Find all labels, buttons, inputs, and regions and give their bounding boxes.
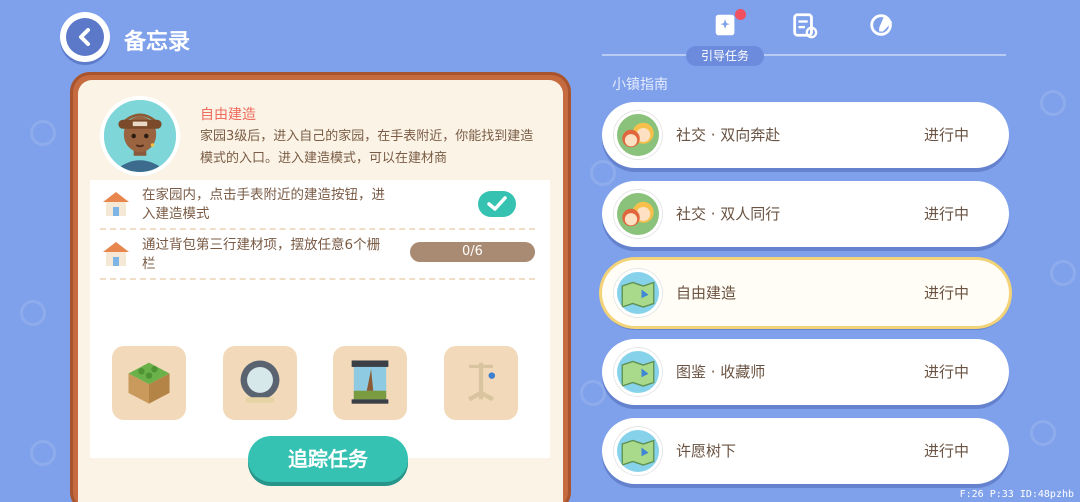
map-icon: [614, 348, 662, 396]
debug-info: F:26 P:33 ID:48pzhb: [959, 489, 1074, 500]
quest-item-selected[interactable]: 自由建造 进行中: [602, 260, 1009, 326]
notification-badge: [735, 9, 746, 20]
terrarium-icon: [343, 354, 397, 412]
map-icon: [614, 269, 662, 317]
reward-item[interactable]: [333, 346, 407, 420]
section-title: 小镇指南: [612, 77, 668, 93]
quest-name: 图鉴 · 收藏师: [676, 363, 766, 381]
guide-title: 自由建造: [200, 107, 256, 123]
task-list-icon: [790, 11, 818, 43]
back-button[interactable]: [60, 12, 110, 62]
house-icon: [100, 188, 132, 220]
task-text: 在家园内，点击手表附近的建造按钮，进入建造模式: [142, 187, 385, 222]
map-icon: [614, 427, 662, 475]
check-icon: [478, 191, 516, 217]
reward-item[interactable]: [112, 346, 186, 420]
friends-icon: [614, 190, 662, 238]
quest-name: 自由建造: [676, 284, 737, 302]
reward-item[interactable]: [223, 346, 297, 420]
quest-name: 社交 · 双向奔赴: [676, 126, 781, 144]
friends-icon: [614, 111, 662, 159]
task-text: 通过背包第三行建材项，摆放任意6个栅栏: [142, 237, 381, 272]
tab-guide-label: 引导任务: [686, 46, 764, 66]
tab-tasks[interactable]: [784, 10, 824, 44]
task-list: 在家园内，点击手表附近的建造按钮，进入建造模式 通过背包第三行建材项，摆放任意6…: [90, 180, 550, 458]
track-task-button[interactable]: 追踪任务: [248, 436, 408, 482]
quest-status: 进行中: [924, 442, 970, 460]
progress-label: 0/6: [462, 244, 483, 259]
task-item: 在家园内，点击手表附近的建造按钮，进入建造模式: [100, 180, 535, 230]
bird-perch-icon: [454, 354, 508, 412]
house-icon: [100, 238, 132, 270]
page-title: 备忘录: [124, 30, 191, 55]
quest-name: 许愿树下: [676, 442, 737, 460]
tab-guide[interactable]: [706, 9, 746, 44]
quest-item[interactable]: 社交 · 双向奔赴 进行中: [602, 102, 1009, 168]
quest-status: 进行中: [924, 205, 970, 223]
hamster-wheel-icon: [233, 354, 287, 412]
quest-item[interactable]: 社交 · 双人同行 进行中: [602, 181, 1009, 247]
quest-item[interactable]: 许愿树下 进行中: [602, 418, 1009, 484]
quest-status: 进行中: [924, 126, 970, 144]
tab-notes[interactable]: [862, 10, 902, 44]
tab-underline: [602, 54, 1006, 56]
reward-item[interactable]: [444, 346, 518, 420]
quest-status: 进行中: [924, 284, 970, 302]
guide-panel: 自由建造 家园3级后，进入自己的家园，在手表附近，你能找到建造模式的入口。进入建…: [70, 72, 571, 502]
grass-block-icon: [122, 354, 176, 412]
task-progress-bar: 0/6: [410, 242, 535, 262]
task-item: 通过背包第三行建材项，摆放任意6个栅栏 0/6: [100, 230, 535, 280]
quest-item[interactable]: 图鉴 · 收藏师 进行中: [602, 339, 1009, 405]
quest-name: 社交 · 双人同行: [676, 205, 781, 223]
quest-status: 进行中: [924, 363, 970, 381]
back-arrow-icon: [66, 18, 104, 56]
note-edit-icon: [868, 11, 896, 43]
guide-description: 家园3级后，进入自己的家园，在手表附近，你能找到建造模式的入口。进入建造模式，可…: [200, 129, 534, 166]
npc-avatar: [100, 96, 180, 176]
